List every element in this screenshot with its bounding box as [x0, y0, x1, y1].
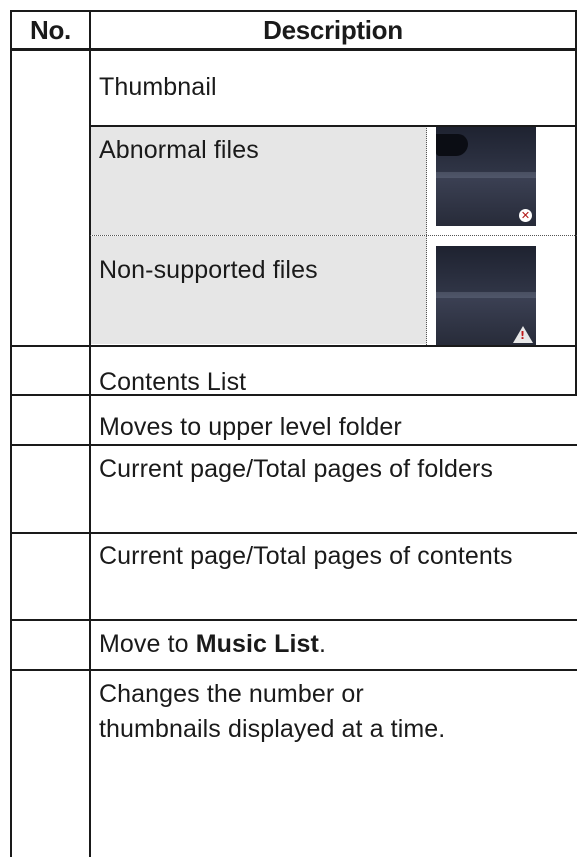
row-thumbnail: Thumbnail: [99, 73, 217, 101]
header-description: Description: [263, 14, 403, 45]
row-folder-pages: Current page/Total pages of folders: [99, 455, 494, 483]
music-list-prefix: Move to: [99, 630, 196, 658]
row-abnormal-files: Abnormal files: [99, 136, 259, 164]
unsupported-file-thumbnail: !: [436, 246, 536, 346]
row-thumbnail-count: Changes the number or thumbnails display…: [99, 680, 446, 743]
music-list-link: Music List: [195, 630, 319, 658]
row-content-pages: Current page/Total pages of contents: [99, 542, 513, 570]
row-upper-folder: Moves to upper level folder: [99, 413, 402, 441]
music-list-suffix: .: [318, 630, 326, 658]
row-contents-list: Contents List: [99, 368, 247, 396]
row-non-supported-files: Non-supported files: [99, 256, 318, 284]
warning-icon: !: [513, 326, 533, 343]
description-table: ✕ ! No. Description Thumbnail Abnormal f…: [10, 10, 577, 857]
row-music-list: Move to Music List.: [90, 627, 570, 662]
header-no: No.: [30, 14, 71, 45]
error-icon: ✕: [519, 209, 532, 222]
abnormal-file-thumbnail: ✕: [436, 126, 536, 226]
